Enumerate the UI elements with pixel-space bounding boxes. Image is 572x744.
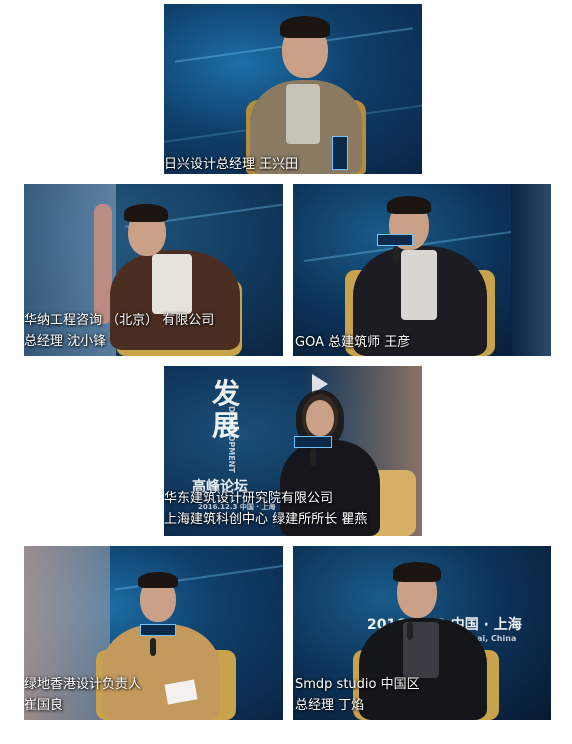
microphone	[407, 622, 413, 640]
panelist-photo-1: 日兴设计总经理 王兴田	[164, 4, 422, 174]
caption-line: GOA 总建筑师 王彦	[295, 335, 411, 350]
photo-6-caption: Smdp studio 中国区 总经理 丁焰	[295, 674, 420, 716]
photo-3-caption: GOA 总建筑师 王彦	[295, 332, 410, 353]
name-card	[377, 234, 413, 246]
caption-line: 绿地香港设计负责人	[24, 677, 142, 692]
caption-line: 华纳工程咨询 （北京） 有限公司	[24, 313, 215, 328]
backdrop-vertical-text: DEVELOPMENT	[227, 406, 236, 473]
panelist-photo-3: GOA 总建筑师 王彦	[293, 184, 551, 356]
name-card	[140, 624, 176, 636]
microphone	[393, 246, 399, 264]
name-card	[294, 436, 332, 448]
photo-2-caption: 华纳工程咨询 （北京） 有限公司 总经理 沈小锋	[24, 310, 214, 352]
caption-line: Smdp studio 中国区	[295, 677, 420, 692]
caption-line: 崔国良	[24, 698, 64, 713]
caption-line: 日兴设计总经理 王兴田	[164, 157, 299, 172]
photo-1-caption: 日兴设计总经理 王兴田	[164, 154, 298, 174]
caption-line: 上海建筑科创中心 绿建所所长 瞿燕	[164, 512, 368, 527]
panelist-photo-5: 绿地香港设计负责人 崔国良	[24, 546, 283, 720]
panelist-photo-2: 华纳工程咨询 （北京） 有限公司 总经理 沈小锋	[24, 184, 283, 356]
caption-line: 总经理 丁焰	[295, 698, 365, 713]
photo-4-caption: 华东建筑设计研究院有限公司 上海建筑科创中心 绿建所所长 瞿燕	[164, 488, 367, 530]
microphone	[310, 448, 316, 466]
microphone	[150, 638, 156, 656]
name-card	[332, 136, 348, 170]
caption-line: 华东建筑设计研究院有限公司	[164, 491, 334, 506]
panelist-photo-6: 2016.12.3 中国 · 上海 Shanghai, China Smdp s…	[293, 546, 551, 720]
panelist-photo-4: 发 展 DEVELOPMENT 高峰论坛 2016.12.3 中国 · 上海 华…	[164, 366, 422, 536]
photo-5-caption: 绿地香港设计负责人 崔国良	[24, 674, 141, 716]
caption-line: 总经理 沈小锋	[24, 334, 107, 349]
